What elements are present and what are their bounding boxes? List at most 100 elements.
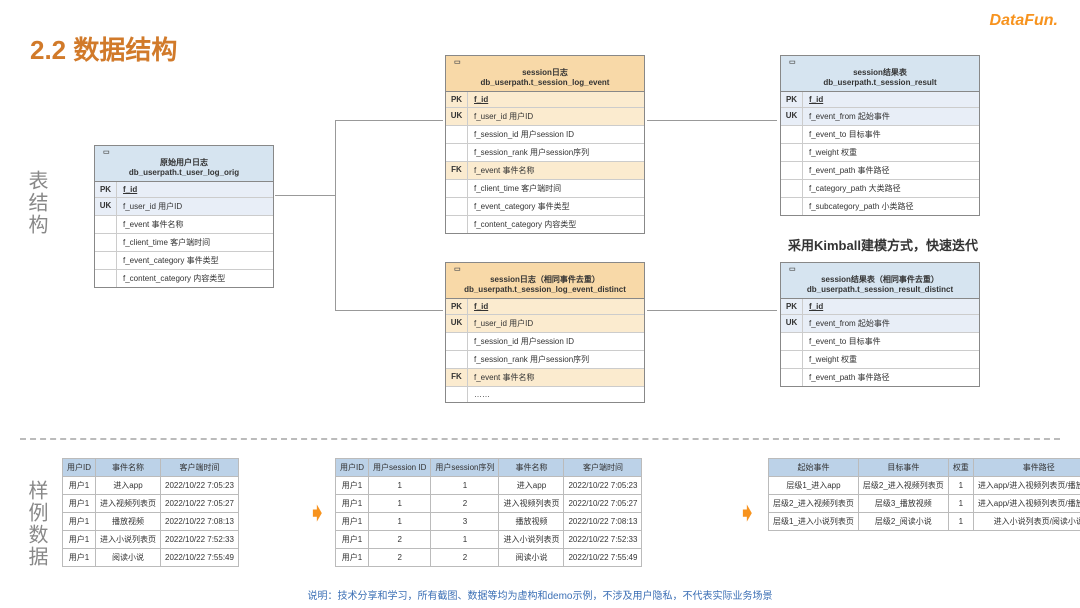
table-cell: 层级2_进入视频列表页: [858, 477, 948, 495]
entity-field-row: FKf_event 事件名称: [446, 161, 644, 179]
connector: [335, 310, 443, 311]
connector: [335, 120, 336, 310]
entity-field-row: f_category_path 大类路径: [781, 179, 979, 197]
field-name: f_event_from 起始事件: [803, 108, 979, 125]
field-key: [781, 162, 803, 179]
field-name: f_event_category 事件类型: [117, 252, 273, 269]
table-cell: 2: [431, 495, 499, 513]
entity-field-row: f_session_id 用户session ID: [446, 332, 644, 350]
entity-field-row: UKf_user_id 用户ID: [95, 197, 273, 215]
table-cell: 进入app: [499, 477, 564, 495]
table-cell: 2022/10/22 7:52:33: [161, 531, 239, 549]
table-header: 用户ID: [63, 459, 96, 477]
table-cell: 用户1: [336, 495, 369, 513]
field-key: UK: [446, 315, 468, 332]
field-name: f_event_path 事件路径: [803, 162, 979, 179]
field-name: f_session_rank 用户session序列: [468, 351, 644, 368]
table-cell: 进入app: [96, 477, 161, 495]
field-key: UK: [446, 108, 468, 125]
table-row: 用户111进入app2022/10/22 7:05:23: [336, 477, 642, 495]
entity-field-row: f_event 事件名称: [95, 215, 273, 233]
field-key: [446, 387, 468, 402]
table-icon: ▭: [450, 59, 640, 67]
entity-field-row: PKf_id: [446, 92, 644, 107]
table-header: 用户ID: [336, 459, 369, 477]
table-row: 用户112进入视频列表页2022/10/22 7:05:27: [336, 495, 642, 513]
entity-field-row: FKf_event 事件名称: [446, 368, 644, 386]
field-key: [446, 198, 468, 215]
field-name: f_user_id 用户ID: [117, 198, 273, 215]
field-key: PK: [781, 299, 803, 314]
table-cell: 进入app/进入视频列表页/播放视频: [973, 477, 1080, 495]
table-row: 用户1进入app2022/10/22 7:05:23: [63, 477, 239, 495]
entity-field-row: f_event_to 目标事件: [781, 332, 979, 350]
table-row: 用户1进入视频列表页2022/10/22 7:05:27: [63, 495, 239, 513]
table-row: 层级1_进入小说列表页层级2_阅读小说1进入小说列表页/阅读小说: [769, 513, 1080, 531]
entity-field-row: ……: [446, 386, 644, 402]
table-cell: 2022/10/22 7:52:33: [564, 531, 642, 549]
field-key: [781, 126, 803, 143]
table-icon: ▭: [785, 59, 975, 67]
field-key: [95, 216, 117, 233]
table-row: 用户1进入小说列表页2022/10/22 7:52:33: [63, 531, 239, 549]
table-header: 客户端时间: [564, 459, 642, 477]
table-cell: 用户1: [63, 495, 96, 513]
field-name: f_subcategory_path 小类路径: [803, 198, 979, 215]
connector: [335, 120, 443, 121]
field-key: [781, 198, 803, 215]
field-key: [781, 180, 803, 197]
entity-field-row: f_content_category 内容类型: [446, 215, 644, 233]
field-key: [446, 126, 468, 143]
field-key: [446, 351, 468, 368]
field-key: PK: [446, 92, 468, 107]
page-title: 2.2 数据结构: [30, 30, 177, 67]
table-cell: 1: [369, 495, 431, 513]
field-key: [446, 333, 468, 350]
entity-field-row: UKf_event_from 起始事件: [781, 314, 979, 332]
table-cell: 用户1: [63, 477, 96, 495]
table-header: 事件路径: [973, 459, 1080, 477]
field-key: PK: [781, 92, 803, 107]
entity-field-row: f_client_time 客户端时间: [95, 233, 273, 251]
side-label-structure: 表结构: [22, 170, 51, 236]
table-cell: 2022/10/22 7:05:23: [564, 477, 642, 495]
table-cell: 进入小说列表页: [96, 531, 161, 549]
table-cell: 用户1: [63, 549, 96, 567]
field-name: f_session_id 用户session ID: [468, 333, 644, 350]
field-key: [781, 144, 803, 161]
entity-field-row: f_weight 权重: [781, 143, 979, 161]
table-cell: 1: [948, 513, 973, 531]
entity-session-result: ▭session结果表db_userpath.t_session_resultP…: [780, 55, 980, 216]
table-cell: 进入小说列表页/阅读小说: [973, 513, 1080, 531]
table-cell: 用户1: [63, 513, 96, 531]
field-name: f_user_id 用户ID: [468, 108, 644, 125]
field-name: f_client_time 客户端时间: [117, 234, 273, 251]
side-label-sample: 样例数据: [22, 480, 51, 568]
table-header: 客户端时间: [161, 459, 239, 477]
entity-field-row: f_client_time 客户端时间: [446, 179, 644, 197]
field-key: [781, 333, 803, 350]
table-cell: 用户1: [336, 513, 369, 531]
entity-field-row: PKf_id: [781, 299, 979, 314]
entity-field-row: f_session_rank 用户session序列: [446, 143, 644, 161]
field-key: [781, 351, 803, 368]
entity-field-row: UKf_event_from 起始事件: [781, 107, 979, 125]
entity-field-row: f_event_path 事件路径: [781, 368, 979, 386]
entity-field-row: f_session_rank 用户session序列: [446, 350, 644, 368]
field-name: f_id: [803, 299, 979, 314]
table-icon: ▭: [785, 266, 975, 274]
field-key: UK: [781, 315, 803, 332]
field-key: UK: [781, 108, 803, 125]
table-row: 层级1_进入app层级2_进入视频列表页1进入app/进入视频列表页/播放视频: [769, 477, 1080, 495]
table-cell: 播放视频: [499, 513, 564, 531]
table-cell: 用户1: [336, 531, 369, 549]
entity-field-row: f_event_to 目标事件: [781, 125, 979, 143]
field-name: f_event_path 事件路径: [803, 369, 979, 386]
entity-field-row: PKf_id: [781, 92, 979, 107]
table-cell: 2: [369, 531, 431, 549]
table-cell: 层级3_播放视频: [858, 495, 948, 513]
table-header: 用户session ID: [369, 459, 431, 477]
table-cell: 阅读小说: [499, 549, 564, 567]
sample-table-raw-log: 用户ID事件名称客户端时间用户1进入app2022/10/22 7:05:23用…: [62, 458, 239, 567]
field-name: f_event_to 目标事件: [803, 126, 979, 143]
